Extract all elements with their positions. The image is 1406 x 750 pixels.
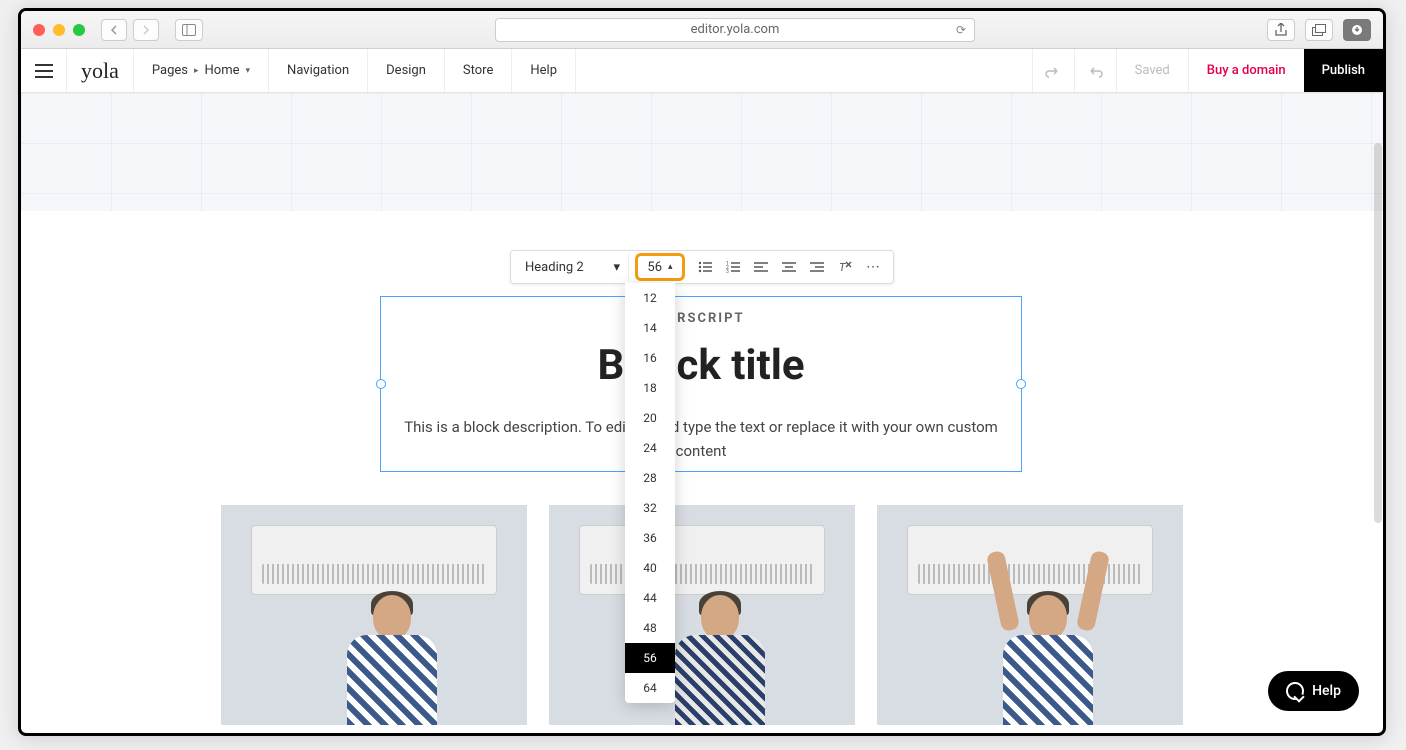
image-card[interactable] bbox=[549, 505, 855, 725]
window-controls bbox=[33, 24, 85, 36]
svg-text:T: T bbox=[839, 261, 846, 274]
help-widget[interactable]: Help bbox=[1268, 671, 1359, 711]
block-description[interactable]: This is a block description. To edit, d … bbox=[401, 415, 1001, 463]
forward-button[interactable] bbox=[133, 19, 159, 41]
font-size-option[interactable]: 40 bbox=[625, 553, 675, 583]
redo-button[interactable] bbox=[1074, 49, 1116, 92]
font-size-option[interactable]: 14 bbox=[625, 313, 675, 343]
publish-button[interactable]: Publish bbox=[1304, 49, 1383, 92]
caret-right-icon: ▸ bbox=[194, 66, 199, 76]
selected-text-block[interactable]: PERSCRIPT B ck title This is a block des… bbox=[380, 296, 1022, 472]
menu-icon[interactable] bbox=[21, 49, 67, 92]
ac-unit-graphic bbox=[579, 525, 825, 595]
font-size-option[interactable]: 16 bbox=[625, 343, 675, 373]
menu-design[interactable]: Design bbox=[368, 49, 445, 92]
scrollbar[interactable] bbox=[1374, 143, 1382, 523]
font-size-option[interactable]: 28 bbox=[625, 463, 675, 493]
caret-down-icon: ▾ bbox=[613, 260, 620, 275]
font-size-option[interactable]: 64 bbox=[625, 673, 675, 703]
undo-button[interactable] bbox=[1032, 49, 1074, 92]
svg-text:3: 3 bbox=[726, 269, 729, 273]
font-size-option[interactable]: 36 bbox=[625, 523, 675, 553]
reload-icon[interactable]: ⟳ bbox=[956, 23, 966, 37]
align-right-icon[interactable] bbox=[803, 253, 831, 281]
image-card-row bbox=[221, 505, 1183, 725]
image-card[interactable] bbox=[877, 505, 1183, 725]
caret-down-icon: ▾ bbox=[246, 66, 251, 76]
save-status: Saved bbox=[1116, 49, 1188, 92]
font-size-option[interactable]: 32 bbox=[625, 493, 675, 523]
close-window-button[interactable] bbox=[33, 24, 45, 36]
ac-unit-graphic bbox=[907, 525, 1153, 595]
ac-unit-graphic bbox=[251, 525, 497, 595]
minimize-window-button[interactable] bbox=[53, 24, 65, 36]
url-bar[interactable]: editor.yola.com ⟳ bbox=[495, 18, 975, 42]
hero-background bbox=[21, 93, 1383, 211]
downloads-icon[interactable] bbox=[1343, 19, 1371, 41]
font-size-option-selected[interactable]: 56 bbox=[625, 643, 675, 673]
font-size-dropdown: 12 14 16 18 20 24 28 32 36 40 44 48 56 6… bbox=[625, 283, 675, 703]
text-toolbar: Heading 2 ▾ 56 ▴ 123 T bbox=[510, 250, 894, 284]
editor-canvas[interactable]: Heading 2 ▾ 56 ▴ 123 T bbox=[21, 93, 1383, 733]
font-size-option[interactable]: 12 bbox=[625, 283, 675, 313]
clear-format-icon[interactable]: T bbox=[831, 253, 859, 281]
browser-chrome: editor.yola.com ⟳ bbox=[21, 11, 1383, 49]
more-icon[interactable]: ⋯ bbox=[859, 253, 887, 281]
app-toolbar: yola Pages ▸ Home ▾ Navigation Design St… bbox=[21, 49, 1383, 93]
font-size-option[interactable]: 48 bbox=[625, 613, 675, 643]
font-size-option[interactable]: 18 bbox=[625, 373, 675, 403]
align-center-icon[interactable] bbox=[775, 253, 803, 281]
sidebar-toggle-icon[interactable] bbox=[175, 19, 203, 41]
chat-icon bbox=[1286, 682, 1304, 700]
align-left-icon[interactable] bbox=[747, 253, 775, 281]
menu-store[interactable]: Store bbox=[445, 49, 512, 92]
numbered-list-icon[interactable]: 123 bbox=[719, 253, 747, 281]
heading-style-select[interactable]: Heading 2 ▾ bbox=[517, 253, 629, 281]
buy-domain-button[interactable]: Buy a domain bbox=[1188, 49, 1304, 92]
font-size-option[interactable]: 20 bbox=[625, 403, 675, 433]
maximize-window-button[interactable] bbox=[73, 24, 85, 36]
share-icon[interactable] bbox=[1267, 19, 1295, 41]
font-size-option[interactable]: 24 bbox=[625, 433, 675, 463]
back-button[interactable] bbox=[101, 19, 127, 41]
menu-navigation[interactable]: Navigation bbox=[269, 49, 368, 92]
url-text: editor.yola.com bbox=[691, 22, 780, 37]
bullet-list-icon[interactable] bbox=[691, 253, 719, 281]
font-size-option[interactable]: 44 bbox=[625, 583, 675, 613]
block-title[interactable]: B ck title bbox=[381, 341, 1021, 390]
image-card[interactable] bbox=[221, 505, 527, 725]
menu-help[interactable]: Help bbox=[512, 49, 576, 92]
font-size-select[interactable]: 56 ▴ bbox=[635, 253, 685, 281]
caret-up-icon: ▴ bbox=[668, 262, 673, 272]
tabs-icon[interactable] bbox=[1305, 19, 1333, 41]
pages-menu[interactable]: Pages ▸ Home ▾ bbox=[134, 49, 269, 92]
logo[interactable]: yola bbox=[67, 49, 134, 92]
